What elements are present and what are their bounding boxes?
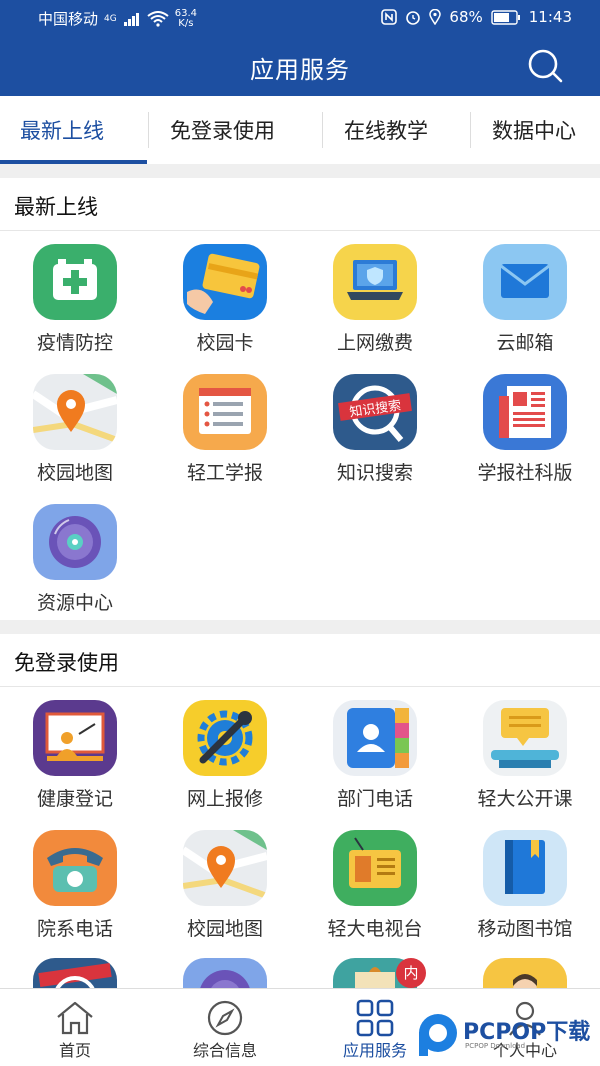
app-journal-social-science[interactable]: 学报社科版 — [450, 374, 600, 485]
teacher-board-icon — [33, 700, 117, 776]
network-type: 4G — [104, 13, 117, 24]
nav-label: 首页 — [58, 1041, 91, 1060]
app-department-phone[interactable]: 部门电话 — [300, 700, 450, 811]
battery-percent: 68% — [449, 8, 483, 26]
app-label: 资源中心 — [36, 592, 113, 614]
app-campus-map-2[interactable]: 校园地图 — [150, 830, 300, 941]
net-speed: 63.4 K/s — [174, 7, 197, 29]
tab-latest[interactable]: 最新上线 — [20, 96, 104, 164]
contacts-icon — [333, 700, 417, 776]
status-left: 中国移动 4G 63.4 K/s — [38, 8, 197, 29]
book-icon — [483, 830, 567, 906]
status-right: 68% 11:43 — [381, 8, 572, 26]
app-label: 云邮箱 — [496, 332, 554, 354]
app-campus-map[interactable]: 校园地图 — [0, 374, 150, 485]
disc-icon — [33, 504, 117, 580]
app-online-repair[interactable]: 网上报修 — [150, 700, 300, 811]
app-campus-card[interactable]: 校园卡 — [150, 244, 300, 355]
app-faculty-phone[interactable]: 院系电话 — [0, 830, 150, 941]
compass-icon — [207, 1000, 243, 1036]
app-label: 校园地图 — [186, 918, 263, 940]
location-icon — [429, 9, 442, 25]
nav-home[interactable]: 首页 — [0, 989, 150, 1066]
open-course-icon — [483, 700, 567, 776]
section-gap — [0, 164, 600, 178]
app-cloud-mail[interactable]: 云邮箱 — [450, 244, 600, 355]
app-light-industry-journal[interactable]: 轻工学报 — [150, 374, 300, 485]
app-label: 疫情防控 — [36, 332, 113, 354]
watermark-sub: PCPOP Download — [465, 1042, 526, 1050]
app-label: 轻大公开课 — [477, 788, 573, 810]
app-internet-payment[interactable]: 上网缴费 — [300, 244, 450, 355]
app-label: 学报社科版 — [477, 462, 573, 484]
app-campus-tv[interactable]: 轻大电视台 — [300, 830, 450, 941]
app-health-registration[interactable]: 健康登记 — [0, 700, 150, 811]
telephone-icon — [33, 830, 117, 906]
tab-online-teaching[interactable]: 在线教学 — [344, 96, 428, 164]
net-speed-unit: K/s — [178, 17, 194, 29]
app-label: 移动图书馆 — [477, 918, 573, 940]
app-knowledge-search[interactable]: 知识搜索 知识搜索 — [300, 374, 450, 485]
app-mobile-library[interactable]: 移动图书馆 — [450, 830, 600, 941]
carrier-label: 中国移动 — [38, 10, 99, 28]
nav-label: 综合信息 — [192, 1041, 257, 1060]
app-label: 健康登记 — [36, 788, 113, 810]
app-header: 应用服务 — [0, 36, 600, 96]
laptop-shield-icon — [333, 244, 417, 320]
app-label: 部门电话 — [336, 788, 413, 810]
signal-icon — [123, 12, 139, 26]
wifi-icon — [147, 10, 169, 27]
nfc-icon — [381, 9, 398, 25]
tab-divider — [148, 112, 149, 148]
app-open-course[interactable]: 轻大公开课 — [450, 700, 600, 811]
repair-gear-wrench-icon — [183, 700, 267, 776]
mail-envelope-icon — [483, 244, 567, 320]
section-title-latest: 最新上线 — [14, 195, 98, 219]
radio-tv-icon — [333, 830, 417, 906]
section-divider — [0, 230, 600, 231]
grid-icon — [356, 999, 394, 1037]
section-divider — [0, 686, 600, 687]
app-label: 校园卡 — [196, 332, 254, 354]
knowledge-search-icon: 知识搜索 — [333, 374, 417, 450]
app-label: 院系电话 — [36, 918, 113, 940]
app-screen: { "status_bar": {"carrier": "中国移动", "net… — [0, 0, 600, 1066]
map-pin-icon — [183, 830, 267, 906]
search-icon[interactable] — [525, 48, 565, 84]
map-pin-icon — [33, 374, 117, 450]
app-label: 轻工学报 — [186, 462, 263, 484]
clock: 11:43 — [528, 8, 572, 26]
app-label: 轻大电视台 — [327, 918, 423, 940]
tab-divider — [322, 112, 323, 148]
app-resource-center[interactable]: 资源中心 — [0, 504, 150, 615]
pcpop-watermark: PCPOP下载 PCPOP Download — [415, 1010, 600, 1066]
app-label: 上网缴费 — [336, 332, 413, 354]
tab-no-login[interactable]: 免登录使用 — [170, 96, 275, 164]
app-label: 知识搜索 — [336, 462, 413, 484]
battery-icon — [491, 9, 520, 25]
newspaper-icon — [483, 374, 567, 450]
journal-list-icon — [183, 374, 267, 450]
notice-badge: 内 — [396, 958, 426, 988]
app-label: 网上报修 — [186, 788, 263, 810]
pcpop-logo-icon — [419, 1014, 457, 1056]
net-speed-value: 63.4 — [174, 7, 197, 19]
status-bar: 中国移动 4G 63.4 K/s 68% 11:43 — [0, 0, 600, 36]
page-title: 应用服务 — [250, 56, 350, 84]
nav-general-info[interactable]: 综合信息 — [150, 989, 300, 1066]
home-icon — [57, 1001, 93, 1035]
category-tabs: 最新上线 免登录使用 在线教学 数据中心 — [0, 96, 600, 164]
alarm-icon — [406, 11, 421, 25]
medical-kit-icon — [33, 244, 117, 320]
section-gap — [0, 620, 600, 634]
app-epidemic-control[interactable]: 疫情防控 — [0, 244, 150, 355]
tab-data-center[interactable]: 数据中心 — [492, 96, 576, 164]
app-label: 校园地图 — [36, 462, 113, 484]
section-title-no-login: 免登录使用 — [14, 651, 119, 675]
tab-divider — [470, 112, 471, 148]
campus-card-icon — [183, 244, 267, 320]
